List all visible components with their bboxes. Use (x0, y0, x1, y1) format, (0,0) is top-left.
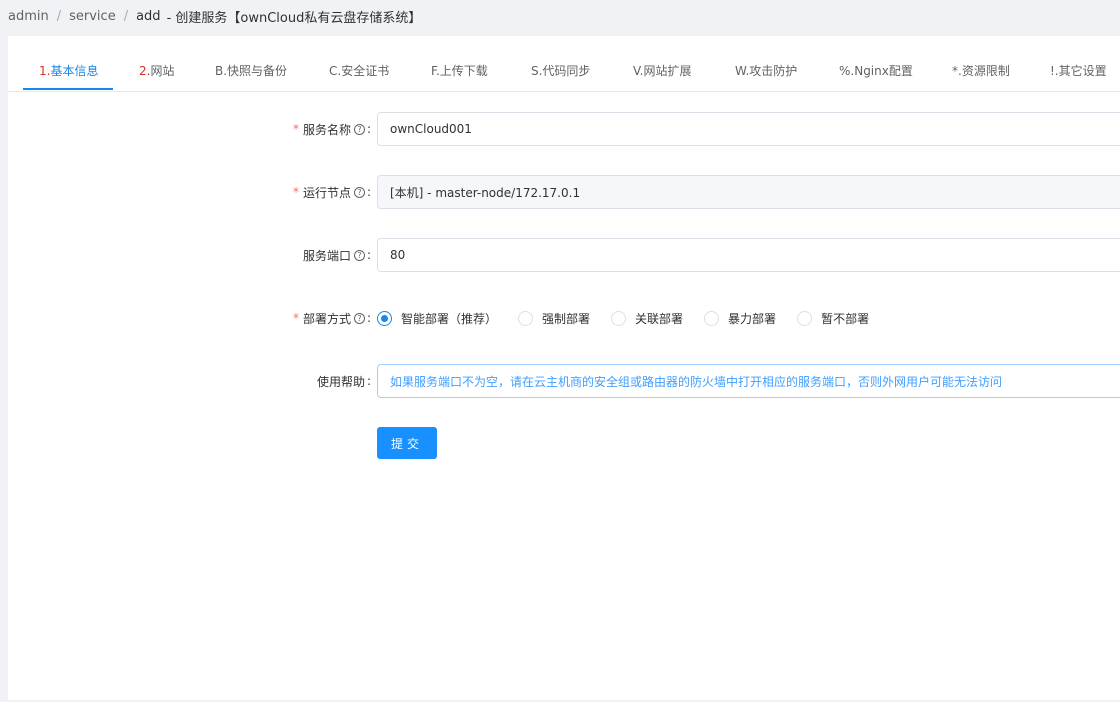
required-mark: * (292, 311, 299, 325)
tab-ssl-cert[interactable]: C.安全证书 (329, 56, 389, 92)
label-text: 服务端口 (302, 248, 351, 263)
service-name-input[interactable]: ownCloud001 (377, 112, 1120, 146)
tab-label: 网站 (150, 64, 175, 78)
breadcrumb-separator: / (123, 8, 129, 24)
label-colon: : (366, 311, 371, 325)
tab-basic-info[interactable]: 1.基本信息 (39, 56, 98, 92)
tab-snapshot-backup[interactable]: B.快照与备份 (215, 56, 287, 92)
port-input[interactable]: 80 (377, 238, 1120, 272)
form-panel: 1.基本信息 2.网站 B.快照与备份 C.安全证书 F.上传下载 S.代码同步… (8, 36, 1120, 700)
breadcrumb-admin[interactable]: admin (8, 9, 49, 24)
help-row: 使用帮助 : 如果服务端口不为空，请在云主机商的安全组或路由器的防火墙中打开相应… (8, 364, 1120, 398)
port-row: 服务端口 ? : 80 (8, 238, 1120, 272)
tab-number: 1. (39, 64, 51, 78)
question-circle-icon[interactable]: ? (353, 186, 365, 198)
radio-linked-deploy[interactable]: 关联部署 (611, 310, 683, 327)
radio-label: 关联部署 (635, 311, 684, 326)
port-label: 服务端口 ? : (303, 238, 371, 272)
label-colon: : (366, 122, 371, 136)
deploy-row: * 部署方式 ? : 智能部署（推荐） 强制部署 关联部署 暴力部署 暂不部署 (8, 301, 1120, 335)
tab-code-sync[interactable]: S.代码同步 (531, 56, 590, 92)
label-colon: : (366, 248, 371, 262)
node-row: * 运行节点 ? : [本机] - master-node/172.17.0.1 (8, 175, 1120, 209)
label-text: 服务名称 (302, 122, 351, 137)
label-colon: : (366, 374, 371, 388)
radio-label: 智能部署（推荐） (401, 311, 498, 326)
radio-unchecked-icon (797, 310, 813, 326)
radio-brute-deploy[interactable]: 暴力部署 (704, 310, 776, 327)
breadcrumb: admin / service / add - 创建服务【ownCloud私有云… (8, 0, 421, 32)
question-circle-icon[interactable]: ? (353, 312, 365, 324)
label-text: 使用帮助 (316, 374, 365, 389)
service-name-label: * 服务名称 ? : (293, 112, 371, 146)
tab-bar: 1.基本信息 2.网站 B.快照与备份 C.安全证书 F.上传下载 S.代码同步… (8, 56, 1120, 92)
tab-nginx-config[interactable]: %.Nginx配置 (839, 56, 913, 92)
tab-site-extension[interactable]: V.网站扩展 (633, 56, 691, 92)
label-colon: : (366, 185, 371, 199)
help-label: 使用帮助 : (317, 364, 371, 398)
node-select[interactable]: [本机] - master-node/172.17.0.1 (377, 175, 1120, 209)
node-label: * 运行节点 ? : (293, 175, 371, 209)
tab-attack-protection[interactable]: W.攻击防护 (735, 56, 797, 92)
tab-label: 基本信息 (50, 64, 99, 78)
label-text: 部署方式 (302, 311, 351, 326)
required-mark: * (292, 185, 299, 199)
question-circle-icon[interactable]: ? (353, 123, 365, 135)
breadcrumb-service[interactable]: service (69, 9, 116, 24)
radio-force-deploy[interactable]: 强制部署 (518, 310, 590, 327)
label-text: 运行节点 (302, 185, 351, 200)
tab-resource-limit[interactable]: *.资源限制 (952, 56, 1010, 92)
radio-unchecked-icon (704, 310, 720, 326)
required-mark: * (292, 122, 299, 136)
active-tab-indicator (23, 88, 113, 90)
help-text-box: 如果服务端口不为空，请在云主机商的安全组或路由器的防火墙中打开相应的服务端口，否… (377, 364, 1120, 398)
radio-unchecked-icon (518, 310, 534, 326)
tab-other-settings[interactable]: !.其它设置 (1050, 56, 1107, 92)
radio-no-deploy[interactable]: 暂不部署 (797, 310, 869, 327)
deploy-label: * 部署方式 ? : (293, 301, 371, 335)
radio-label: 强制部署 (542, 311, 591, 326)
radio-label: 暴力部署 (728, 311, 777, 326)
submit-button[interactable]: 提交 (377, 427, 437, 459)
breadcrumb-separator: / (56, 8, 62, 24)
question-circle-icon[interactable]: ? (353, 249, 365, 261)
tab-upload-download[interactable]: F.上传下载 (431, 56, 488, 92)
service-name-row: * 服务名称 ? : ownCloud001 (8, 112, 1120, 146)
deploy-radio-group: 智能部署（推荐） 强制部署 关联部署 暴力部署 暂不部署 (377, 301, 890, 335)
tab-number: 2. (139, 64, 151, 78)
tab-website[interactable]: 2.网站 (139, 56, 174, 92)
breadcrumb-current: add (136, 8, 161, 24)
radio-label: 暂不部署 (821, 311, 870, 326)
radio-unchecked-icon (611, 310, 627, 326)
radio-smart-deploy[interactable]: 智能部署（推荐） (377, 310, 497, 327)
page-title: - 创建服务【ownCloud私有云盘存储系统】 (166, 10, 422, 26)
radio-checked-icon (377, 310, 392, 326)
